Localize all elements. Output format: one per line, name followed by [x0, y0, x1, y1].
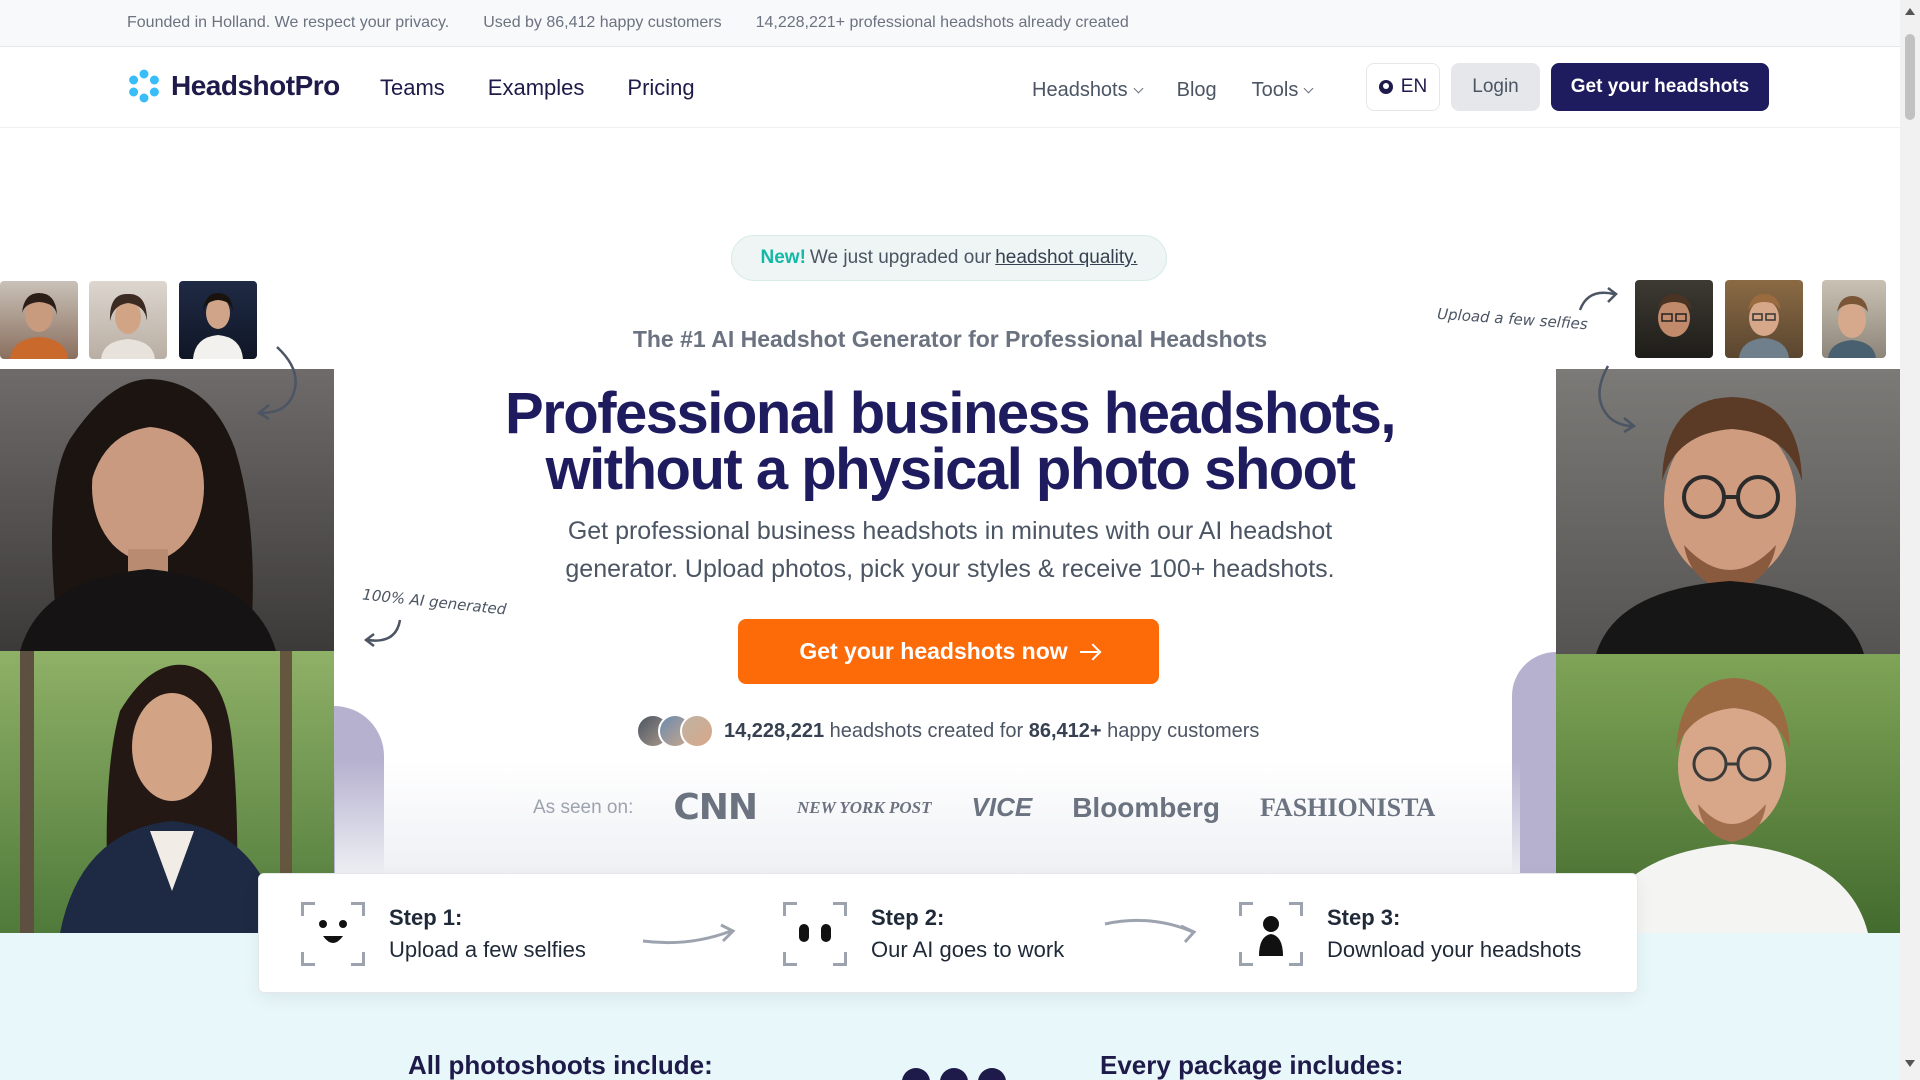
selfie-thumbnail [1635, 280, 1713, 358]
scroll-up-arrow-icon[interactable] [1905, 8, 1915, 15]
nav-link-teams[interactable]: Teams [380, 75, 445, 101]
step-3-title: Step 3: [1327, 905, 1401, 930]
step-1-title: Step 1: [389, 905, 463, 930]
nav-tools-label: Tools [1251, 79, 1299, 101]
brand-logo-vice: VICE [971, 792, 1033, 822]
arrow-right-icon [1104, 918, 1197, 944]
brand-logo-new-york-post: NEW YORK POST [797, 797, 932, 817]
selfie-thumbnail [89, 281, 167, 359]
step-2: Step 2: Our AI goes to work [783, 902, 1064, 966]
step-1: Step 1: Upload a few selfies [301, 902, 586, 966]
customer-avatars [636, 714, 714, 748]
arrow-right-icon [1079, 650, 1098, 653]
nav-secondary-links: Headshots Blog Tools [1032, 79, 1314, 102]
steps-card: Step 1: Upload a few selfies Step 2: Our… [258, 873, 1638, 993]
avatar [680, 714, 714, 748]
step-2-desc: Our AI goes to work [871, 937, 1065, 962]
badge-link[interactable]: headshot quality. [995, 247, 1137, 269]
as-seen-on: As seen on: CNN NEW YORK POST VICE Bloom… [533, 787, 1435, 828]
arrow-right-icon [642, 923, 736, 945]
get-headshots-button[interactable]: Get your headshots [1551, 63, 1769, 111]
topbar-privacy: Founded in Holland. We respect your priv… [127, 14, 450, 31]
nav-dropdown-tools[interactable]: Tools [1251, 79, 1314, 102]
nav-link-examples[interactable]: Examples [488, 75, 585, 101]
language-label: EN [1400, 76, 1428, 97]
logo[interactable]: HeadshotPro [127, 69, 340, 103]
social-end: happy customers [1107, 719, 1260, 742]
hero-title-line-2: without a physical photo shoot [545, 437, 1356, 502]
curved-arrow-icon [1578, 287, 1618, 311]
nav-link-pricing[interactable]: Pricing [627, 75, 694, 101]
package-includes-heading: Every package includes: [1100, 1050, 1404, 1080]
step-1-desc: Upload a few selfies [389, 937, 586, 962]
smile-face-icon [301, 902, 365, 966]
curved-arrow-icon [1598, 365, 1637, 434]
hero-title-line-1: Professional business headshots, [505, 381, 1396, 446]
badge-text: We just upgraded our [809, 247, 992, 268]
step-3: Step 3: Download your headshots [1239, 902, 1581, 966]
scrollbar[interactable] [1900, 0, 1920, 1080]
scroll-down-arrow-icon[interactable] [1905, 1060, 1915, 1067]
brand-logo-cnn: CNN [673, 787, 758, 828]
topbar-headshots: 14,228,221+ professional headshots alrea… [755, 14, 1129, 31]
curved-arrow-icon [363, 619, 402, 647]
globe-icon [1378, 80, 1393, 94]
hero-lead-line-2: generator. Upload photos, pick your styl… [565, 555, 1335, 583]
chevron-down-icon [1133, 83, 1144, 93]
note-ai-generated: 100% AI generated [361, 585, 508, 619]
eyes-scan-icon [783, 902, 847, 966]
brand-logo-bloomberg: Bloomberg [1072, 791, 1220, 823]
selfie-thumbnail [179, 281, 257, 359]
nav-headshots-label: Headshots [1032, 79, 1128, 101]
announcement-badge[interactable]: New! We just upgraded our headshot quali… [731, 235, 1167, 281]
nav-link-blog[interactable]: Blog [1177, 79, 1217, 102]
curved-arrow-icon [256, 346, 297, 421]
main-nav: HeadshotPro Teams Examples Pricing Heads… [0, 47, 1900, 128]
brand-logo-fashionista: FASHIONISTA [1259, 792, 1436, 822]
social-count: 14,228,221 [724, 719, 825, 742]
cta-label: Get your headshots now [799, 638, 1068, 664]
social-customers: 86,412+ [1028, 719, 1102, 742]
price-digits-partial [902, 1068, 1006, 1080]
photoshoots-include-heading: All photoshoots include: [408, 1050, 713, 1080]
note-upload-selfies: Upload a few selfies [1436, 304, 1589, 334]
topbar-customers: Used by 86,412 happy customers [483, 14, 722, 31]
logo-icon [129, 69, 159, 103]
step-3-desc: Download your headshots [1327, 937, 1582, 962]
language-button[interactable]: EN [1366, 63, 1440, 111]
hero-lead-line-1: Get professional business headshots in m… [567, 517, 1333, 545]
scroll-thumb[interactable] [1905, 34, 1915, 120]
person-silhouette-icon [1239, 902, 1303, 966]
social-mid: headshots created for [829, 719, 1024, 742]
get-headshots-now-button[interactable]: Get your headshots now [738, 619, 1159, 684]
hero-title: Professional business headshots, without… [400, 381, 1500, 502]
selfie-thumbnail [1725, 280, 1803, 358]
step-2-title: Step 2: [871, 905, 945, 930]
top-info-bar: Founded in Holland. We respect your priv… [0, 0, 1900, 47]
chevron-down-icon [1303, 83, 1314, 93]
social-proof: 14,228,221 headshots created for 86,412+… [636, 714, 1259, 748]
login-button[interactable]: Login [1451, 63, 1540, 111]
hero-subheading: The #1 AI Headshot Generator for Profess… [632, 326, 1268, 352]
badge-new-label: New! [760, 247, 806, 268]
nav-dropdown-headshots[interactable]: Headshots [1032, 79, 1144, 102]
selfie-thumbnail [1822, 280, 1886, 358]
selfie-thumbnail [0, 281, 78, 359]
nav-primary-links: Teams Examples Pricing [380, 75, 695, 101]
as-seen-on-label: As seen on: [533, 796, 634, 818]
logo-text: HeadshotPro [171, 70, 340, 101]
hero-lead: Get professional business headshots in m… [520, 512, 1380, 588]
